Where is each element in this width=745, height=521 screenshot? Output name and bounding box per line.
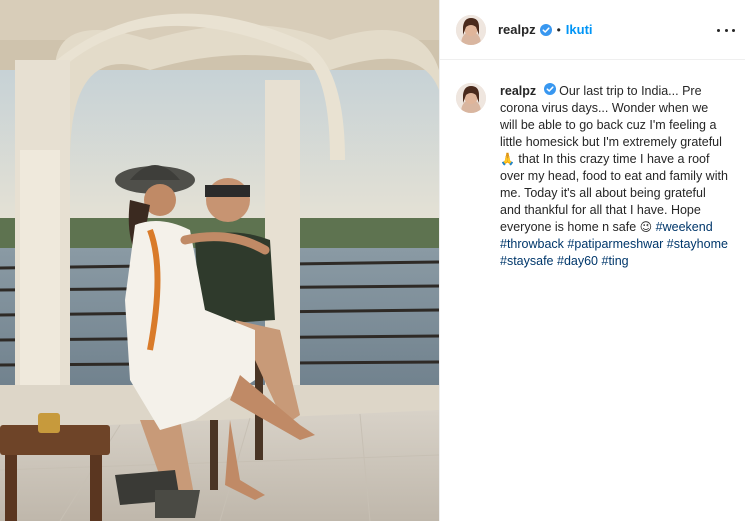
hashtag-patiparmeshwar[interactable]: #patiparmeshwar	[567, 237, 663, 251]
caption-avatar[interactable]	[456, 83, 486, 113]
verified-badge-icon	[539, 23, 552, 36]
hashtag-day60[interactable]: #day60	[557, 254, 598, 268]
caption-text: realpz Our last trip to India... Pre cor…	[500, 83, 729, 270]
hashtag-weekend[interactable]: #weekend	[656, 220, 713, 234]
post-side-panel: realpz • Ikuti realpz Our last trip to I…	[439, 0, 745, 521]
follow-button[interactable]: Ikuti	[566, 22, 593, 37]
caption-username[interactable]: realpz	[500, 84, 536, 98]
hashtag-stayhome[interactable]: #stayhome	[667, 237, 728, 251]
verified-badge-icon	[543, 83, 556, 95]
hashtag-staysafe[interactable]: #staysafe	[500, 254, 554, 268]
hashtag-throwback[interactable]: #throwback	[500, 237, 564, 251]
header-username[interactable]: realpz	[498, 22, 536, 37]
separator-dot: •	[556, 22, 561, 37]
more-options-icon[interactable]	[717, 22, 735, 38]
wink-emoji-icon: 😉	[639, 220, 653, 234]
pray-emoji-icon: 🙏	[500, 152, 515, 166]
avatar[interactable]	[456, 14, 486, 45]
post-header: realpz • Ikuti	[440, 0, 745, 60]
caption-comment: realpz Our last trip to India... Pre cor…	[440, 60, 745, 270]
hashtag-ting[interactable]: #ting	[602, 254, 629, 268]
post-photo[interactable]	[0, 0, 439, 521]
post-image	[0, 0, 439, 521]
